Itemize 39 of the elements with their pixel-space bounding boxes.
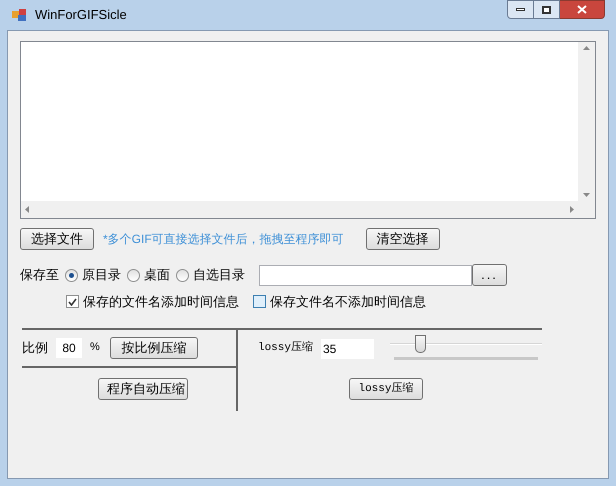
radio-option[interactable]: 自选目录 — [176, 265, 245, 285]
ratio-field[interactable]: 80 — [56, 338, 82, 358]
push-button[interactable]: 选择文件 — [20, 228, 94, 250]
up-arrow-icon — [583, 46, 590, 50]
checkbox-option[interactable]: 保存的文件名添加时间信息 — [66, 292, 239, 312]
lossy-slider[interactable] — [390, 334, 542, 362]
directory-field[interactable] — [259, 264, 472, 286]
checkbox[interactable] — [253, 295, 266, 308]
push-button[interactable]: lossy压缩 — [348, 378, 423, 400]
radio-button[interactable] — [65, 268, 78, 282]
close-icon — [577, 5, 587, 14]
push-button[interactable]: 清空选择 — [366, 228, 440, 250]
lossy-field[interactable]: 35 — [321, 338, 374, 358]
percent-label: % — [90, 340, 100, 356]
slider-thumb[interactable] — [415, 334, 426, 352]
window-title: WinForGIFSicle — [35, 6, 127, 24]
app-icon — [11, 7, 27, 23]
radio-option[interactable]: 原目录 — [65, 265, 121, 285]
horizontal-scrollbar[interactable] — [21, 201, 578, 218]
check-icon — [68, 298, 77, 306]
checkbox[interactable] — [66, 295, 79, 308]
push-button[interactable]: ... — [472, 264, 507, 286]
radio-option[interactable]: 桌面 — [127, 265, 170, 285]
push-button[interactable]: 程序自动压缩 — [98, 378, 188, 400]
vertical-scrollbar[interactable] — [578, 42, 595, 201]
right-arrow-icon — [570, 206, 574, 213]
maximize-button[interactable] — [534, 0, 560, 19]
down-arrow-icon — [583, 193, 590, 197]
left-arrow-icon — [25, 206, 29, 213]
hint-text: *多个GIF可直接选择文件后，拖拽至程序即可 — [103, 231, 344, 248]
ratio-label: 比例 — [22, 338, 48, 357]
save-to-label: 保存至 — [20, 266, 59, 284]
radio-button[interactable] — [176, 268, 189, 282]
lossy-label: lossy压缩 — [258, 340, 313, 356]
radio-button[interactable] — [127, 268, 140, 282]
close-button[interactable] — [560, 0, 605, 19]
minimize-button[interactable] — [507, 0, 534, 19]
checkbox-option[interactable]: 保存文件名不添加时间信息 — [253, 292, 426, 312]
push-button[interactable]: 按比例压缩 — [110, 336, 198, 358]
